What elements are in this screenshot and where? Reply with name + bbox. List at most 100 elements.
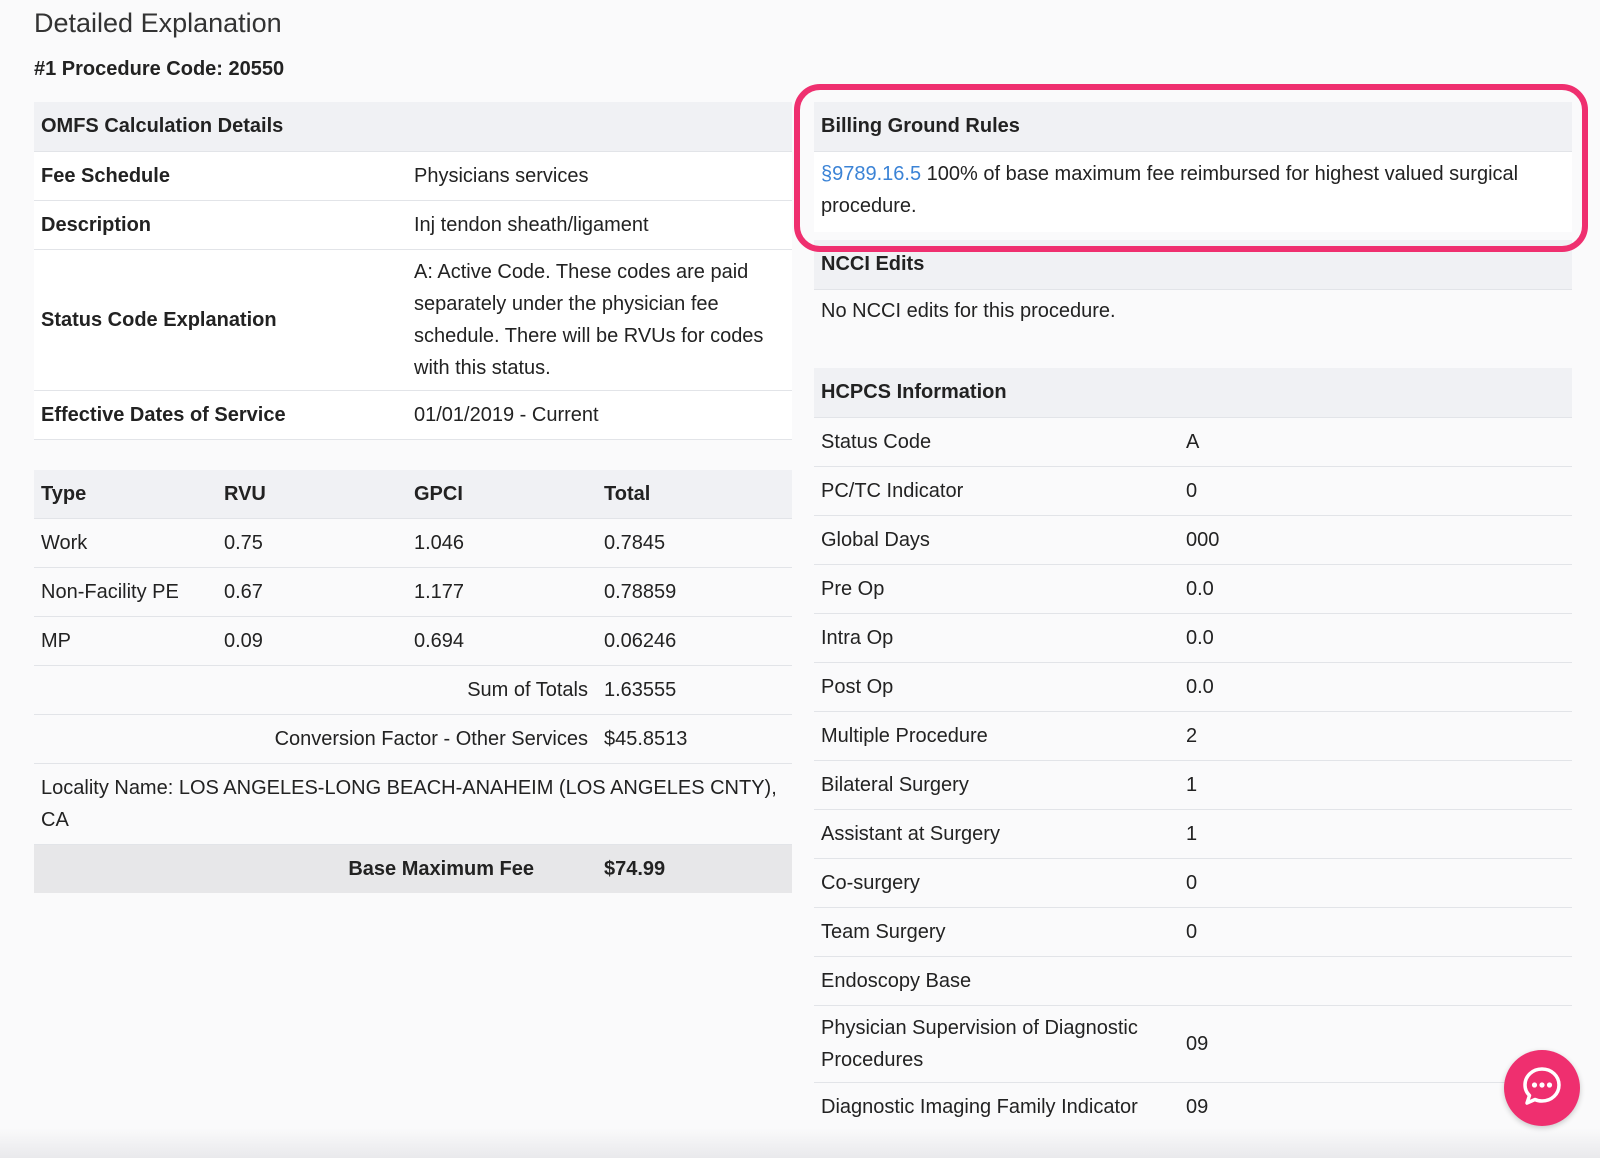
left-column: OMFS Calculation Details Fee Schedule Ph… — [34, 102, 792, 893]
rvu-cell: MP — [41, 629, 71, 652]
hcpcs-key: Multiple Procedure — [821, 725, 988, 747]
rvu-table: Type RVU GPCI Total Work 0.75 1.046 0.78… — [34, 470, 792, 893]
bottom-fade — [0, 1128, 1600, 1158]
omfs-key: Effective Dates of Service — [41, 403, 286, 426]
hcpcs-row: Global Days 000 — [814, 516, 1572, 565]
rvu-header-type: Type — [41, 482, 87, 505]
rvu-cell: 0.06246 — [604, 629, 677, 652]
rvu-cell: Work — [41, 531, 88, 554]
rvu-header-rvu: RVU — [224, 482, 266, 505]
rvu-cell: 0.7845 — [604, 531, 666, 554]
chat-button[interactable] — [1504, 1050, 1580, 1126]
table-row: Work 0.75 1.046 0.7845 — [34, 519, 792, 568]
hcpcs-value: 1 — [1186, 822, 1198, 845]
locality-name: Locality Name: LOS ANGELES-LONG BEACH-AN… — [34, 764, 792, 845]
hcpcs-key: Global Days — [821, 529, 930, 551]
rvu-header-total: Total — [604, 482, 651, 505]
billing-heading: Billing Ground Rules — [814, 102, 1572, 152]
conversion-factor-row: Conversion Factor - Other Services $45.8… — [34, 715, 792, 764]
billing-rule-text: §9789.16.5 100% of base maximum fee reim… — [814, 152, 1572, 232]
hcpcs-row: Pre Op 0.0 — [814, 565, 1572, 614]
ncci-heading: NCCI Edits — [814, 240, 1572, 290]
omfs-row: Fee Schedule Physicians services — [34, 152, 792, 201]
hcpcs-value: 000 — [1186, 528, 1220, 551]
hcpcs-row: PC/TC Indicator 0 — [814, 467, 1572, 516]
rvu-header-row: Type RVU GPCI Total — [34, 470, 792, 519]
base-maximum-fee-label: Base Maximum Fee — [348, 857, 534, 880]
sum-of-totals-row: Sum of Totals 1.63555 — [34, 666, 792, 715]
hcpcs-value: 0 — [1186, 479, 1198, 502]
table-row: MP 0.09 0.694 0.06246 — [34, 617, 792, 666]
hcpcs-key: Intra Op — [821, 627, 894, 649]
billing-rule-description: 100% of base maximum fee reimbursed for … — [821, 163, 1519, 217]
rvu-cell: 1.177 — [414, 580, 465, 603]
procedure-code-title: #1 Procedure Code: 20550 — [34, 58, 285, 80]
base-maximum-fee-value: $74.99 — [604, 857, 666, 880]
hcpcs-row: Intra Op 0.0 — [814, 614, 1572, 663]
hcpcs-key: Post Op — [821, 676, 894, 698]
hcpcs-row: Multiple Procedure 2 — [814, 712, 1572, 761]
hcpcs-row: Co-surgery 0 — [814, 859, 1572, 908]
hcpcs-key: Team Surgery — [821, 921, 946, 943]
hcpcs-value: 0.0 — [1186, 675, 1214, 698]
omfs-heading: OMFS Calculation Details — [34, 102, 792, 152]
hcpcs-panel: HCPCS Information Status Code A PC/TC Ind… — [814, 368, 1572, 1132]
base-maximum-fee-row: Base Maximum Fee $74.99 — [34, 845, 792, 893]
hcpcs-row: Bilateral Surgery 1 — [814, 761, 1572, 810]
omfs-key: Description — [41, 213, 152, 236]
hcpcs-value: 0 — [1186, 920, 1198, 943]
hcpcs-value: 09 — [1186, 1032, 1209, 1055]
hcpcs-row: Assistant at Surgery 1 — [814, 810, 1572, 859]
regulation-link[interactable]: §9789.16.5 — [821, 163, 921, 185]
billing-ground-rules-panel: Billing Ground Rules §9789.16.5 100% of … — [814, 102, 1572, 232]
omfs-value: Inj tendon sheath/ligament — [414, 214, 649, 236]
chat-bubble-icon — [1520, 1064, 1564, 1113]
table-row: Non-Facility PE 0.67 1.177 0.78859 — [34, 568, 792, 617]
hcpcs-row: Post Op 0.0 — [814, 663, 1572, 712]
page-title: Detailed Explanation — [34, 8, 282, 38]
hcpcs-value: 2 — [1186, 724, 1198, 747]
rvu-cell: 1.046 — [414, 531, 465, 554]
hcpcs-key: Assistant at Surgery — [821, 823, 1000, 845]
hcpcs-value: 0.0 — [1186, 577, 1214, 600]
hcpcs-key: Pre Op — [821, 578, 885, 600]
omfs-row: Status Code Explanation A: Active Code. … — [34, 250, 792, 391]
omfs-value: A: Active Code. These codes are paid sep… — [414, 261, 764, 379]
rvu-cell: 0.78859 — [604, 580, 677, 603]
rvu-cell: Non-Facility PE — [41, 580, 179, 603]
hcpcs-key: PC/TC Indicator — [821, 480, 964, 502]
hcpcs-key: Co-surgery — [821, 872, 920, 894]
omfs-row: Effective Dates of Service 01/01/2019 - … — [34, 391, 792, 440]
ncci-panel: NCCI Edits No NCCI edits for this proced… — [814, 240, 1572, 338]
omfs-panel: OMFS Calculation Details Fee Schedule Ph… — [34, 102, 792, 440]
omfs-row: Description Inj tendon sheath/ligament — [34, 201, 792, 250]
hcpcs-row: Status Code A — [814, 418, 1572, 467]
omfs-value: 01/01/2019 - Current — [414, 404, 599, 426]
omfs-key: Fee Schedule — [41, 164, 170, 187]
hcpcs-row: Endoscopy Base — [814, 957, 1572, 1006]
sum-of-totals-label: Sum of Totals — [467, 678, 588, 701]
hcpcs-row: Diagnostic Imaging Family Indicator 09 — [814, 1083, 1572, 1132]
omfs-key: Status Code Explanation — [41, 308, 277, 331]
conversion-factor-label: Conversion Factor - Other Services — [274, 727, 588, 750]
rvu-cell: 0.75 — [224, 531, 263, 554]
hcpcs-value: 1 — [1186, 773, 1198, 796]
rvu-cell: 0.67 — [224, 580, 263, 603]
hcpcs-row: Team Surgery 0 — [814, 908, 1572, 957]
hcpcs-key: Diagnostic Imaging Family Indicator — [821, 1096, 1138, 1118]
rvu-cell: 0.694 — [414, 629, 465, 652]
conversion-factor-value: $45.8513 — [604, 727, 688, 750]
hcpcs-value: A — [1186, 430, 1200, 453]
hcpcs-key: Bilateral Surgery — [821, 774, 969, 796]
hcpcs-value: 0 — [1186, 871, 1198, 894]
ncci-text: No NCCI edits for this procedure. — [814, 290, 1572, 338]
hcpcs-heading: HCPCS Information — [814, 368, 1572, 418]
hcpcs-key: Status Code — [821, 431, 932, 453]
omfs-value: Physicians services — [414, 165, 589, 187]
hcpcs-row: Physician Supervision of Diagnostic Proc… — [814, 1006, 1572, 1083]
rvu-cell: 0.09 — [224, 629, 263, 652]
hcpcs-value: 0.0 — [1186, 626, 1214, 649]
right-column: Billing Ground Rules §9789.16.5 100% of … — [814, 102, 1572, 1132]
sum-of-totals-value: 1.63555 — [604, 678, 677, 701]
hcpcs-key: Physician Supervision of Diagnostic Proc… — [821, 1017, 1138, 1071]
